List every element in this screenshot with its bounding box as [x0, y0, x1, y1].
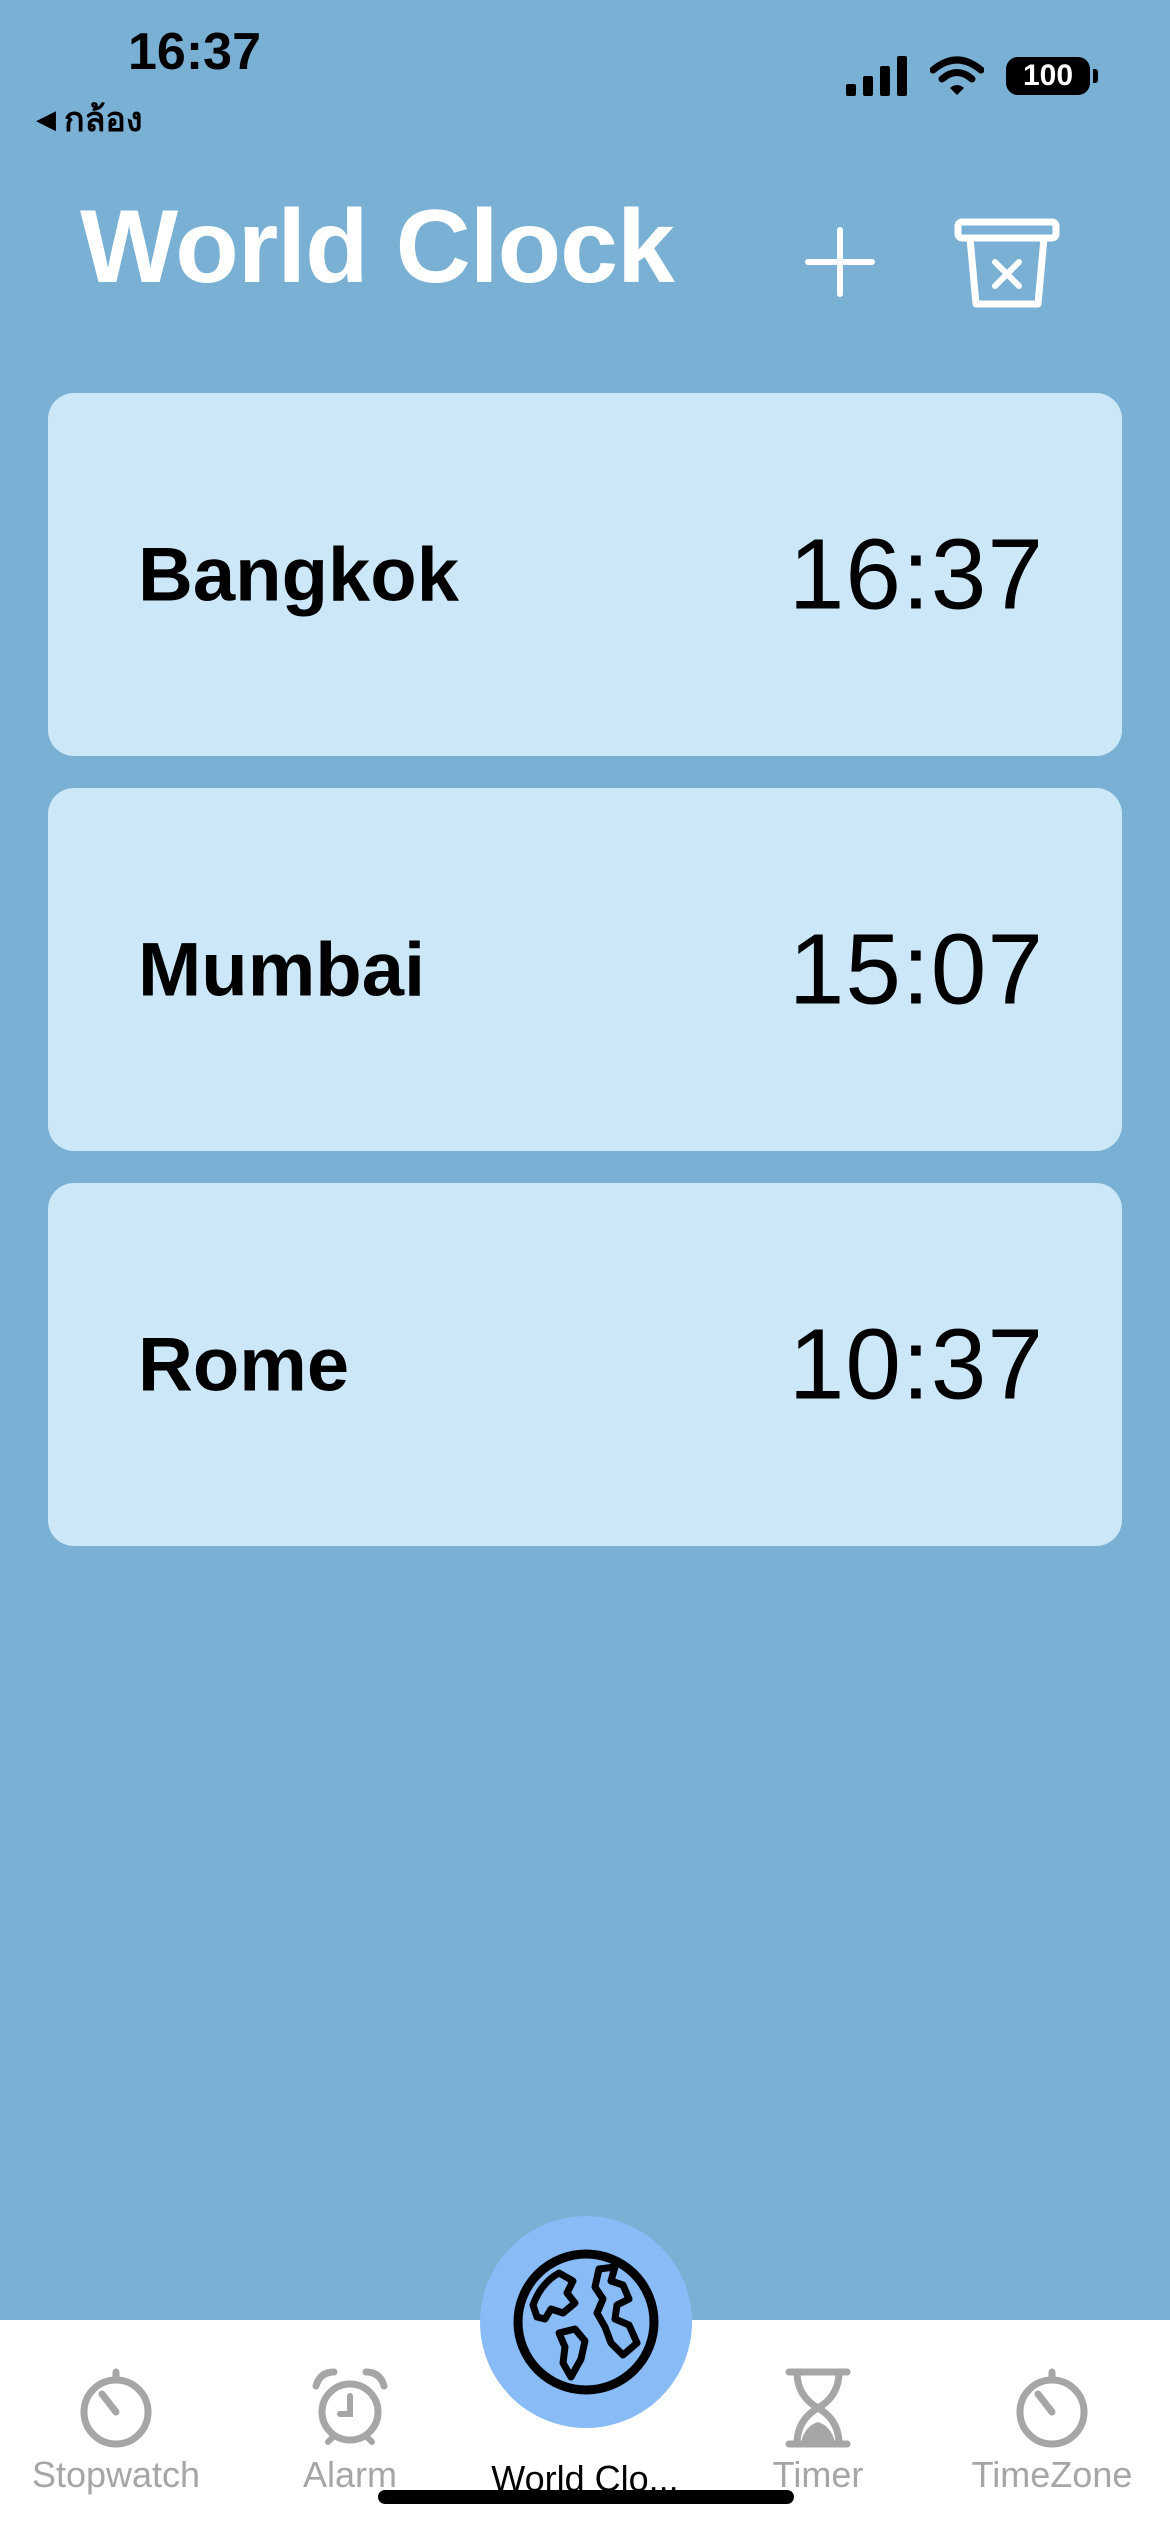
battery-level: 100 — [1022, 59, 1074, 92]
clock-card[interactable]: Mumbai 15:07 — [48, 788, 1122, 1151]
status-indicators: 100 — [846, 56, 1098, 96]
tab-label: Stopwatch — [31, 2454, 201, 2495]
stopwatch-icon — [1016, 2368, 1088, 2448]
trash-x-icon — [954, 218, 1060, 308]
back-triangle-icon: ◀ — [36, 103, 56, 134]
city-time: 15:07 — [788, 913, 1044, 1025]
city-time: 16:37 — [788, 518, 1044, 630]
status-time: 16:37 — [128, 23, 261, 81]
city-name: Bangkok — [138, 532, 459, 617]
city-time: 10:37 — [788, 1308, 1044, 1420]
tab-world-clock[interactable]: World Clo... — [475, 2366, 695, 2500]
tab-timezone[interactable]: TimeZone — [942, 2366, 1162, 2496]
city-name: Rome — [138, 1322, 350, 1407]
tab-label: TimeZone — [971, 2454, 1133, 2495]
city-name: Mumbai — [138, 927, 426, 1012]
cellular-signal-icon — [846, 56, 907, 96]
wifi-icon — [930, 56, 984, 95]
plus-icon — [805, 227, 875, 297]
home-indicator[interactable] — [378, 2490, 794, 2504]
clock-card[interactable]: Bangkok 16:37 — [48, 393, 1122, 756]
tab-stopwatch[interactable]: Stopwatch — [6, 2366, 226, 2496]
page-title: World Clock — [80, 189, 675, 305]
tab-timer[interactable]: Timer — [708, 2366, 928, 2496]
battery-indicator: 100 — [1006, 57, 1098, 95]
delete-button[interactable] — [952, 212, 1062, 312]
clock-card[interactable]: Rome 10:37 — [48, 1183, 1122, 1546]
world-clock-list: Bangkok 16:37 Mumbai 15:07 Rome 10:37 — [48, 393, 1122, 1578]
back-to-app-link[interactable]: ◀ กล้อง — [36, 92, 142, 146]
tab-alarm[interactable]: Alarm — [240, 2366, 460, 2496]
add-city-button[interactable] — [800, 222, 880, 302]
stopwatch-icon — [80, 2368, 152, 2448]
alarm-clock-icon — [312, 2368, 388, 2445]
back-label: กล้อง — [64, 101, 143, 139]
hourglass-icon — [785, 2368, 851, 2448]
